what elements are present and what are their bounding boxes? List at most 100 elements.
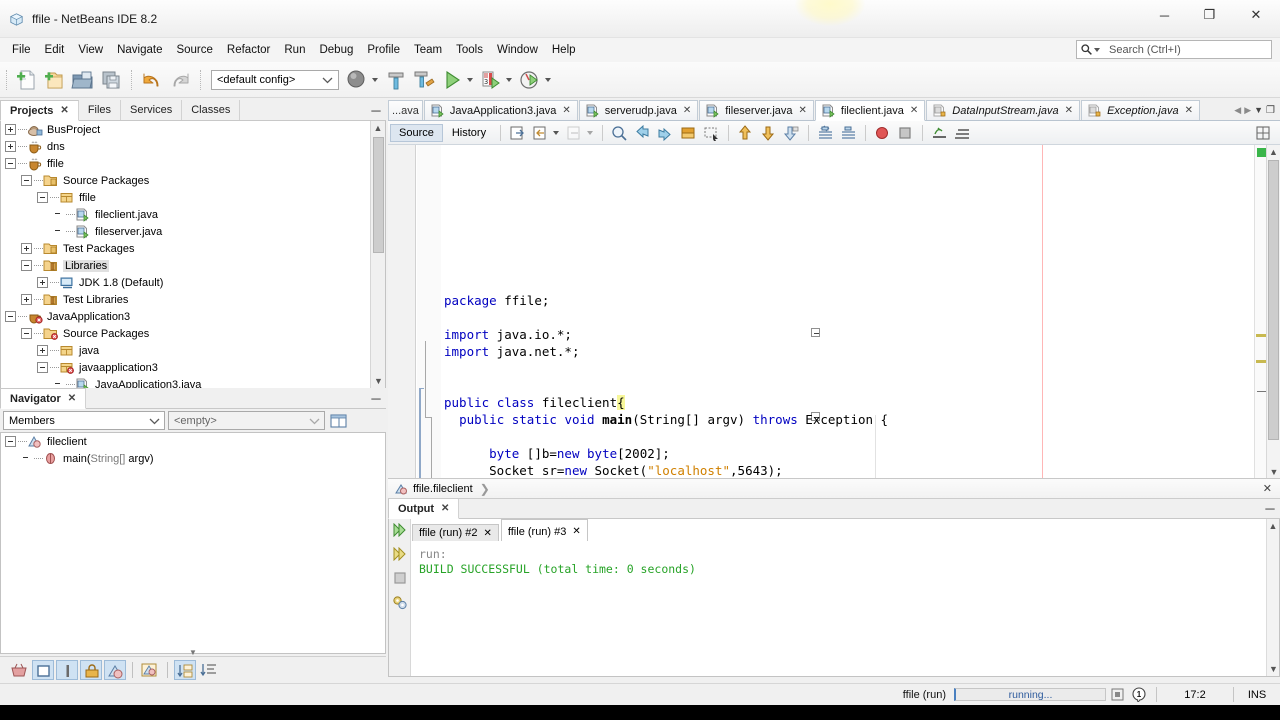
forward-icon[interactable] <box>564 123 585 143</box>
profile-project-button[interactable] <box>517 67 543 93</box>
editor-tab-ava[interactable]: ...ava <box>388 100 423 120</box>
tree-item-fileclient-java[interactable]: fileclient.java <box>1 206 385 223</box>
clean-build-button[interactable] <box>383 67 409 93</box>
menu-profile[interactable]: Profile <box>360 41 407 59</box>
tab-classes[interactable]: Classes <box>182 100 241 120</box>
sort-alphabetically-button[interactable] <box>174 660 196 680</box>
show-fields-button[interactable] <box>104 660 126 680</box>
tab-navigator[interactable]: Navigator ✕ <box>0 388 87 409</box>
menu-run[interactable]: Run <box>277 41 312 59</box>
editor-tab-fileserver-java[interactable]: fileserver.java ✕ <box>699 100 814 120</box>
scrollbar-thumb[interactable] <box>373 137 384 253</box>
toggle-bookmark-icon[interactable] <box>678 123 699 143</box>
close-icon[interactable]: ✕ <box>799 105 807 116</box>
close-icon[interactable]: ✕ <box>1185 105 1193 116</box>
back-dropdown-icon[interactable] <box>553 130 560 135</box>
forward-dropdown-icon[interactable] <box>587 130 594 135</box>
toggle-breakpoint-icon[interactable] <box>872 123 893 143</box>
tree-item-ffile[interactable]: ffile <box>1 155 385 172</box>
tab-history[interactable]: History <box>443 124 495 142</box>
code-line[interactable]: import java.net.*; <box>444 344 579 359</box>
inspect-hierarchy-icon[interactable] <box>952 123 973 143</box>
debug-dropdown-icon[interactable] <box>506 77 512 82</box>
profile-dropdown-icon[interactable] <box>545 77 551 82</box>
expand-toggle[interactable] <box>37 277 48 288</box>
close-icon[interactable]: ✕ <box>910 105 918 116</box>
start-macro-icon[interactable] <box>815 123 836 143</box>
tree-item-source-packages[interactable]: Source Packages <box>1 172 385 189</box>
inspect-members-icon[interactable] <box>929 123 950 143</box>
expand-toggle[interactable] <box>37 345 48 356</box>
stop-macro-icon[interactable] <box>838 123 859 143</box>
notification-balloon-icon[interactable]: 1 <box>1128 687 1150 703</box>
output-tab-run3[interactable]: ffile (run) #3 ✕ <box>500 519 588 541</box>
code-line[interactable]: byte []b=new byte[2002]; <box>444 446 670 461</box>
close-icon[interactable]: ✕ <box>1065 105 1073 116</box>
editor-scrollbar[interactable]: ▲ ▼ <box>1266 145 1280 478</box>
editor-tab-exception-java[interactable]: Exception.java ✕ <box>1081 100 1200 120</box>
expand-toggle[interactable] <box>21 243 32 254</box>
menu-navigate[interactable]: Navigate <box>110 41 169 59</box>
collapse-toggle[interactable] <box>37 362 48 373</box>
tree-item-libraries[interactable]: Libraries <box>1 257 385 274</box>
minimize-panel-button[interactable]: ─ <box>366 100 386 120</box>
menu-file[interactable]: File <box>5 41 38 59</box>
tree-item-test-libraries[interactable]: Test Libraries <box>1 291 385 308</box>
editor-tab-javaapplication3-java[interactable]: JavaApplication3.java ✕ <box>423 100 578 120</box>
tree-item-javaapplication3[interactable]: javaapplication3 <box>1 359 385 376</box>
tree-item-java[interactable]: java <box>1 342 385 359</box>
menu-refactor[interactable]: Refactor <box>220 41 277 59</box>
collapse-toggle[interactable] <box>21 328 32 339</box>
minimize-output-button[interactable]: ─ <box>1260 499 1280 518</box>
collapse-toggle[interactable] <box>37 192 48 203</box>
menu-tools[interactable]: Tools <box>449 41 490 59</box>
scroll-up-icon[interactable]: ▲ <box>1267 145 1280 159</box>
tree-item-source-packages[interactable]: Source Packages <box>1 325 385 342</box>
save-all-button[interactable] <box>98 67 124 93</box>
editor-tab-fileclient-java[interactable]: fileclient.java ✕ <box>814 100 926 121</box>
tab-source[interactable]: Source <box>390 123 443 142</box>
code-line[interactable]: Socket sr=new Socket("localhost",5643); <box>444 463 783 478</box>
stop-icon[interactable] <box>895 123 916 143</box>
show-static-button[interactable] <box>56 660 78 680</box>
code-line[interactable]: import java.io.*; <box>444 327 572 342</box>
collapse-toggle[interactable] <box>21 175 32 186</box>
menu-source[interactable]: Source <box>169 41 219 59</box>
expand-editor-icon[interactable] <box>1253 123 1274 143</box>
scroll-up-icon[interactable]: ▲ <box>1267 519 1279 533</box>
scroll-down-icon[interactable]: ▼ <box>371 374 385 388</box>
build-project-button[interactable] <box>344 67 370 93</box>
show-non-public-button[interactable] <box>32 660 54 680</box>
breadcrumb-label[interactable]: ffile.fileclient <box>413 483 473 495</box>
scroll-down-icon[interactable]: ▼ <box>1267 662 1280 676</box>
stop-task-icon[interactable] <box>1106 687 1128 703</box>
tab-services[interactable]: Services <box>121 100 183 120</box>
close-icon[interactable]: ✕ <box>60 105 68 116</box>
tree-item-javaapplication3[interactable]: JavaApplication3 <box>1 308 385 325</box>
tab-output[interactable]: Output ✕ <box>388 499 460 519</box>
rerun-green-icon[interactable] <box>392 522 408 540</box>
close-icon[interactable]: ✕ <box>683 105 691 116</box>
tree-item-dns[interactable]: dns <box>1 138 385 155</box>
expand-toggle[interactable] <box>21 294 32 305</box>
close-icon[interactable]: ✕ <box>572 526 580 537</box>
undo-button[interactable] <box>139 67 165 93</box>
projects-tree[interactable]: BusProject dns ffile Source Packages ffile fi… <box>0 121 386 389</box>
collapse-toggle[interactable] <box>5 436 16 447</box>
expand-toggle[interactable] <box>5 141 16 152</box>
tab-projects[interactable]: Projects ✕ <box>0 100 79 121</box>
scroll-up-icon[interactable]: ▲ <box>371 121 385 135</box>
navigator-item-method[interactable]: main(String[] argv) <box>1 450 385 467</box>
menu-team[interactable]: Team <box>407 41 449 59</box>
navigator-tree[interactable]: fileclient main(String[] argv) <box>0 432 386 654</box>
tab-list-icon[interactable]: ▼ <box>1254 105 1263 115</box>
menu-edit[interactable]: Edit <box>38 41 72 59</box>
search-input[interactable]: Search (Ctrl+I) <box>1076 40 1272 59</box>
code-editor[interactable]: 1package ffile;23import java.io.*;4impor… <box>388 145 1280 479</box>
tab-files[interactable]: Files <box>79 100 122 120</box>
chevron-right-icon[interactable]: ❯ <box>480 482 490 496</box>
stop-square-icon[interactable] <box>393 571 407 588</box>
collapse-toggle[interactable] <box>5 311 16 322</box>
progress-bar[interactable]: running... <box>954 688 1106 701</box>
last-edit-icon[interactable] <box>507 123 528 143</box>
